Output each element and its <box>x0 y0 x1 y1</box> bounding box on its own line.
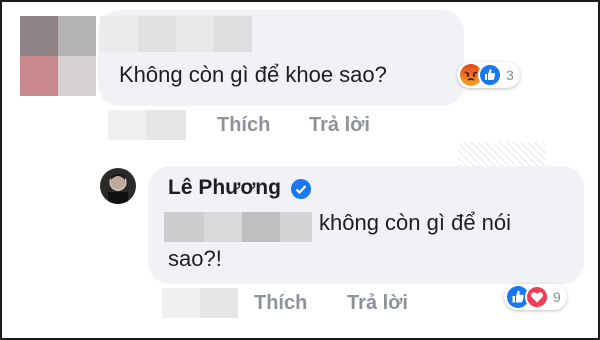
author-avatar <box>100 168 136 204</box>
reply-action[interactable]: Trả lời <box>309 114 370 137</box>
reply-text-line2: sao?! <box>168 246 222 271</box>
reply-action-2[interactable]: Trả lời <box>347 292 408 315</box>
verified-badge-icon <box>291 179 311 199</box>
love-icon <box>525 285 549 309</box>
reaction-summary-2[interactable]: 9 <box>504 284 567 310</box>
like-action-2[interactable]: Thích <box>254 292 307 315</box>
comment-text: Không còn gì để khoe sao? <box>119 62 387 87</box>
reaction-count-2: 9 <box>553 289 561 305</box>
screenshot-frame: Không còn gì để khoe sao? 3 Thích Trả lờ… <box>0 0 600 340</box>
reply-text-line1: không còn gì để nói <box>319 210 512 235</box>
like-icon <box>478 63 502 87</box>
author-name[interactable]: Lê Phương <box>168 176 281 200</box>
reaction-summary[interactable]: 3 <box>457 62 520 88</box>
reaction-count: 3 <box>506 67 514 83</box>
like-action[interactable]: Thích <box>217 114 270 137</box>
